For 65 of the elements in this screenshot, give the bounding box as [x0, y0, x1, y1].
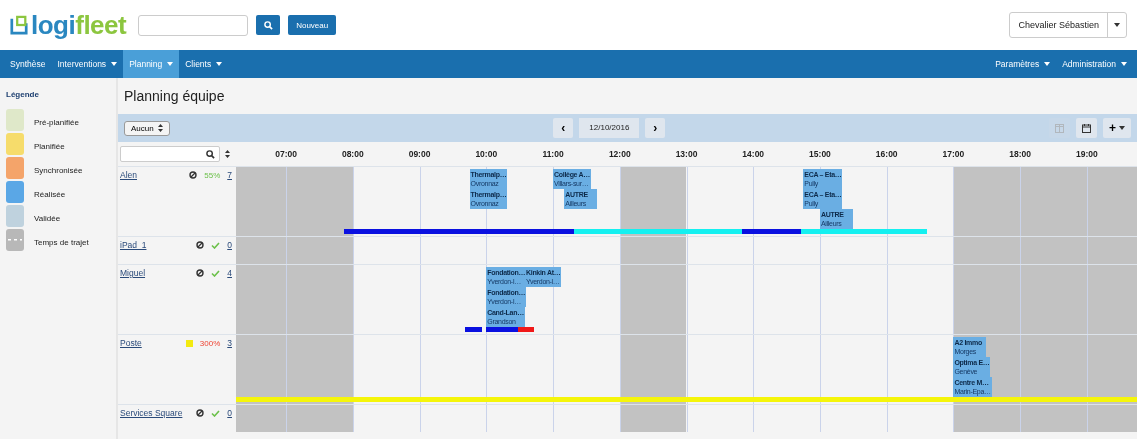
filter-select[interactable]: Aucun	[124, 120, 170, 136]
count-link[interactable]: 4	[227, 268, 232, 278]
legend-label: Réalisée	[34, 190, 66, 201]
user-menu[interactable]: Chevalier Sébastien	[1009, 12, 1127, 38]
load-percent: 300%	[199, 338, 221, 348]
caret-icon[interactable]	[1114, 23, 1120, 27]
sort-icon	[157, 124, 163, 132]
search-icon	[206, 149, 215, 159]
nav-menu[interactable]: Paramètres	[989, 50, 1057, 78]
search-button[interactable]	[256, 15, 281, 35]
calendar-icon	[1082, 123, 1091, 133]
caret-icon	[1044, 62, 1051, 66]
hour-label: 13:00	[675, 149, 698, 159]
date-field[interactable]: 12/10/2016	[579, 118, 640, 138]
hour-label: 15:00	[809, 149, 831, 159]
legend-label: Temps de trajet	[34, 238, 89, 249]
resource-link[interactable]: iPad_1	[120, 240, 147, 250]
hour-label: 08:00	[341, 149, 364, 159]
resource-link[interactable]: Poste	[120, 338, 142, 348]
hour-label: 17:00	[942, 149, 965, 159]
legend-label: Pré-planifiée	[34, 118, 79, 129]
user-name[interactable]: Chevalier Sébastien	[1010, 13, 1108, 37]
caret-icon	[111, 62, 118, 66]
caret-icon	[216, 62, 223, 66]
nav-menu[interactable]: Administration	[1056, 50, 1133, 78]
caret-icon	[1121, 62, 1127, 66]
hour-label: 18:00	[1009, 149, 1032, 159]
calendar-button[interactable]	[1076, 118, 1097, 138]
nav-tab[interactable]: Interventions	[51, 50, 124, 78]
hour-label: 14:00	[742, 149, 765, 159]
hour-label: 11:00	[542, 149, 564, 159]
resource-link[interactable]: Services Square	[120, 408, 183, 418]
search-field[interactable]	[138, 14, 249, 36]
nav-tab[interactable]: Synthèse	[4, 50, 52, 78]
hour-label: 12:00	[608, 149, 631, 159]
hour-label: 10:00	[475, 149, 498, 159]
hour-label: 09:00	[408, 149, 431, 159]
resource-search-field[interactable]	[120, 146, 220, 162]
resource-link[interactable]: Miguel	[120, 268, 146, 278]
count-link[interactable]: 7	[227, 170, 232, 180]
next-button[interactable]: ›	[645, 118, 666, 138]
count-link[interactable]: 3	[227, 338, 232, 348]
logo-icon	[10, 15, 28, 35]
count-link[interactable]: 0	[227, 408, 232, 418]
hour-label: 16:00	[875, 149, 898, 159]
previous-button[interactable]: ‹	[553, 118, 574, 138]
new-button[interactable]: Nouveau	[288, 15, 337, 35]
count-link[interactable]: 0	[227, 240, 232, 250]
add-button[interactable]: +	[1103, 118, 1131, 138]
legend-title: Légende	[6, 90, 40, 99]
hour-label: 07:00	[275, 149, 297, 159]
hour-label: 19:00	[1076, 149, 1098, 159]
logo-text: logifleet	[31, 9, 127, 41]
nav-tab[interactable]: Clients	[179, 50, 229, 78]
legend-label: Validée	[34, 214, 61, 225]
resource-link[interactable]: Alen	[120, 170, 137, 180]
columns-icon	[1055, 123, 1064, 133]
sort-icon[interactable]	[225, 150, 230, 158]
legend-label: Synchronisée	[34, 166, 83, 177]
caret-icon	[167, 62, 174, 66]
caret-icon	[1119, 126, 1125, 130]
page-title: Planning équipe	[123, 87, 226, 106]
legend-label: Planifiée	[34, 142, 65, 153]
load-percent: 55%	[204, 170, 221, 180]
search-icon	[263, 20, 273, 30]
